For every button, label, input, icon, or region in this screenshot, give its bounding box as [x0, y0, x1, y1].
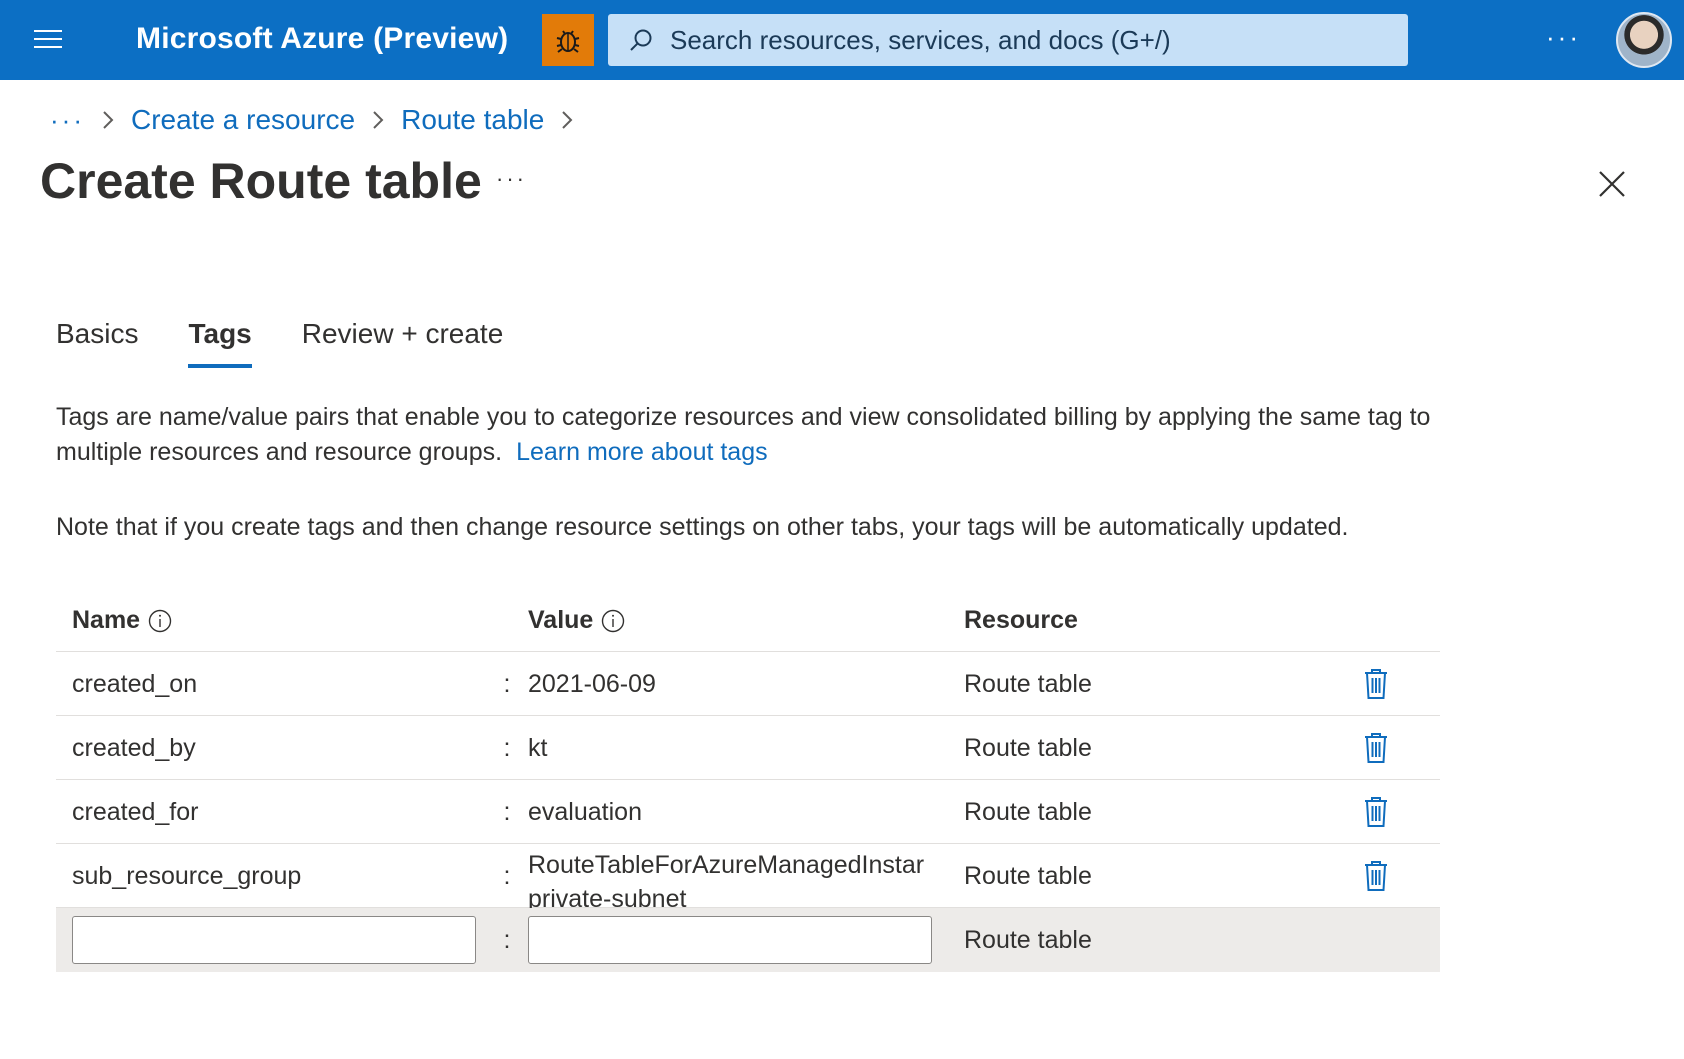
tag-value[interactable]: evaluation	[528, 780, 932, 844]
tag-resource[interactable]: Route table	[964, 844, 1264, 908]
table-header: Name Value Resource	[56, 596, 1440, 652]
new-tag-row: : Route table	[56, 908, 1440, 972]
delete-tag-button[interactable]	[1356, 780, 1396, 844]
table-row: created_for : evaluation Route table	[56, 780, 1440, 844]
info-icon[interactable]	[601, 609, 625, 633]
bug-report-button[interactable]	[542, 14, 594, 66]
tab-list: Basics Tags Review + create	[56, 318, 553, 368]
tab-basics[interactable]: Basics	[56, 318, 138, 368]
chevron-right-icon	[371, 108, 385, 132]
table-row: sub_resource_group : RouteTableForAzureM…	[56, 844, 1440, 908]
tag-name[interactable]: sub_resource_group	[72, 844, 482, 908]
tag-name[interactable]: created_on	[72, 652, 482, 716]
breadcrumb-create-resource[interactable]: Create a resource	[131, 104, 355, 136]
tag-resource[interactable]: Route table	[964, 652, 1264, 716]
delete-tag-button[interactable]	[1356, 844, 1396, 908]
header-value: Value	[528, 606, 625, 635]
tags-description: Tags are name/value pairs that enable yo…	[56, 400, 1436, 470]
header-value-label: Value	[528, 606, 594, 634]
new-tag-value-cell	[528, 908, 932, 972]
tag-resource[interactable]: Route table	[964, 780, 1264, 844]
table-row: created_on : 2021-06-09 Route table	[56, 652, 1440, 716]
info-icon[interactable]	[148, 609, 172, 633]
tag-value[interactable]: kt	[528, 716, 932, 780]
hamburger-menu-icon[interactable]	[34, 30, 62, 50]
separator: :	[503, 925, 511, 954]
user-avatar[interactable]	[1616, 12, 1672, 68]
delete-tag-button[interactable]	[1356, 716, 1396, 780]
learn-more-tags-link[interactable]: Learn more about tags	[516, 438, 768, 466]
tag-name[interactable]: created_for	[72, 780, 482, 844]
delete-tag-button[interactable]	[1356, 652, 1396, 716]
portal-brand[interactable]: Microsoft Azure (Preview)	[136, 22, 508, 56]
global-search[interactable]	[608, 14, 1408, 66]
new-tag-value-input[interactable]	[528, 916, 932, 964]
separator: :	[503, 669, 511, 698]
more-options-button[interactable]: ···	[1546, 22, 1581, 53]
page-title: Create Route table	[40, 153, 482, 209]
tag-value[interactable]: RouteTableForAzureManagedInstar private-…	[528, 844, 932, 908]
breadcrumb-more-button[interactable]: ···	[50, 105, 85, 136]
new-tag-resource[interactable]: Route table	[964, 908, 1264, 972]
new-tag-name-input[interactable]	[72, 916, 476, 964]
header-name-label: Name	[72, 606, 141, 634]
separator: :	[503, 733, 511, 762]
search-icon	[626, 25, 656, 55]
tab-review-create[interactable]: Review + create	[302, 318, 504, 368]
search-input[interactable]	[670, 24, 1370, 56]
tag-resource[interactable]: Route table	[964, 716, 1264, 780]
trash-icon	[1365, 669, 1387, 699]
header-resource-label: Resource	[964, 606, 1078, 634]
new-tag-name-cell	[72, 908, 476, 972]
trash-icon	[1365, 861, 1387, 891]
header-name: Name	[72, 606, 172, 635]
trash-icon	[1365, 797, 1387, 827]
separator: :	[503, 797, 511, 826]
tag-value[interactable]: 2021-06-09	[528, 652, 932, 716]
table-row: created_by : kt Route table	[56, 716, 1440, 780]
tab-tags[interactable]: Tags	[188, 318, 253, 368]
tag-name[interactable]: created_by	[72, 716, 482, 780]
title-more-button[interactable]: ···	[496, 166, 527, 192]
tags-table: Name Value Resource created_on : 2021-06…	[56, 596, 1440, 972]
breadcrumb-route-table[interactable]: Route table	[401, 104, 544, 136]
chevron-right-icon	[560, 108, 574, 132]
bug-icon	[556, 30, 580, 53]
close-icon	[1599, 171, 1625, 197]
tags-note: Note that if you create tags and then ch…	[56, 513, 1349, 541]
trash-icon	[1365, 733, 1387, 763]
close-button[interactable]	[1596, 168, 1628, 200]
separator: :	[503, 861, 511, 890]
breadcrumb: ··· Create a resource Route table	[50, 100, 590, 140]
chevron-right-icon	[101, 108, 115, 132]
top-bar: Microsoft Azure (Preview) ···	[0, 0, 1684, 80]
header-resource: Resource	[964, 606, 1078, 635]
